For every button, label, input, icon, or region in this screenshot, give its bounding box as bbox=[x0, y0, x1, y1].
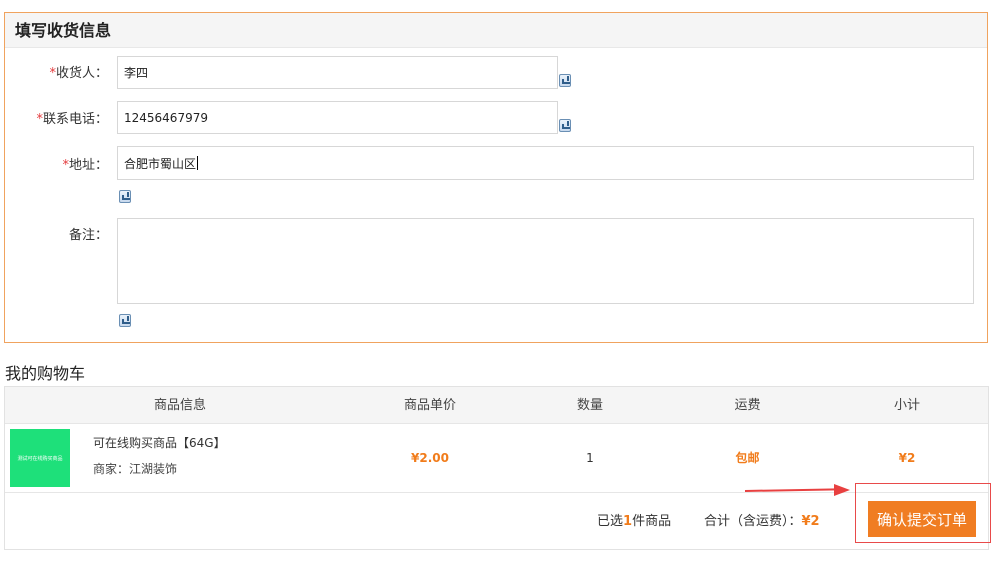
table-row: 测试可在线购买商品 可在线购买商品【64G】 商家：江湖装饰 ¥2.00 1 包… bbox=[5, 424, 988, 493]
selected-count: 已选1件商品 bbox=[597, 514, 672, 529]
note-textarea[interactable] bbox=[117, 218, 974, 304]
annotation-arrow-head bbox=[834, 484, 850, 496]
submit-order-button[interactable]: 确认提交订单 bbox=[868, 501, 976, 537]
text-caret bbox=[197, 156, 199, 170]
header-quantity: 数量 bbox=[576, 398, 603, 413]
keyboard-icon[interactable] bbox=[119, 190, 131, 203]
product-name[interactable]: 可在线购买商品【64G】 bbox=[93, 434, 226, 451]
header-unit-price: 商品单价 bbox=[403, 398, 456, 413]
receiver-label: *收货人： bbox=[49, 66, 108, 81]
product-shop: 商家：江湖装饰 bbox=[93, 462, 178, 476]
cart-table: 商品信息 商品单价 数量 运费 小计 测试可在线购买商品 可在线购买商品【64G… bbox=[4, 386, 989, 550]
receiver-input[interactable]: 李四 bbox=[117, 56, 558, 89]
product-thumbnail[interactable]: 测试可在线购买商品 bbox=[10, 429, 70, 487]
unit-price: ¥2.00 bbox=[411, 451, 449, 465]
cart-summary: 已选1件商品 合计（含运费）：¥2 bbox=[5, 493, 988, 549]
keyboard-icon[interactable] bbox=[559, 119, 571, 132]
table-header: 商品信息 商品单价 数量 运费 小计 bbox=[5, 387, 988, 424]
keyboard-icon[interactable] bbox=[559, 74, 571, 87]
address-input[interactable]: 合肥市蜀山区 bbox=[117, 146, 974, 180]
panel-title: 填写收货信息 bbox=[5, 13, 987, 48]
cart-title: 我的购物车 bbox=[5, 364, 86, 383]
total-amount: 合计（含运费）：¥2 bbox=[704, 514, 820, 529]
header-subtotal: 小计 bbox=[893, 398, 920, 413]
header-product-info: 商品信息 bbox=[153, 398, 206, 413]
phone-label: *联系电话： bbox=[36, 112, 108, 127]
address-label: *地址： bbox=[62, 158, 108, 173]
keyboard-icon[interactable] bbox=[119, 314, 131, 327]
header-shipping: 运费 bbox=[734, 398, 761, 413]
phone-input[interactable]: 12456467979 bbox=[117, 101, 558, 134]
quantity: 1 bbox=[586, 451, 594, 465]
shipping-fee: 包邮 bbox=[735, 451, 760, 465]
note-label: 备注： bbox=[68, 228, 108, 243]
